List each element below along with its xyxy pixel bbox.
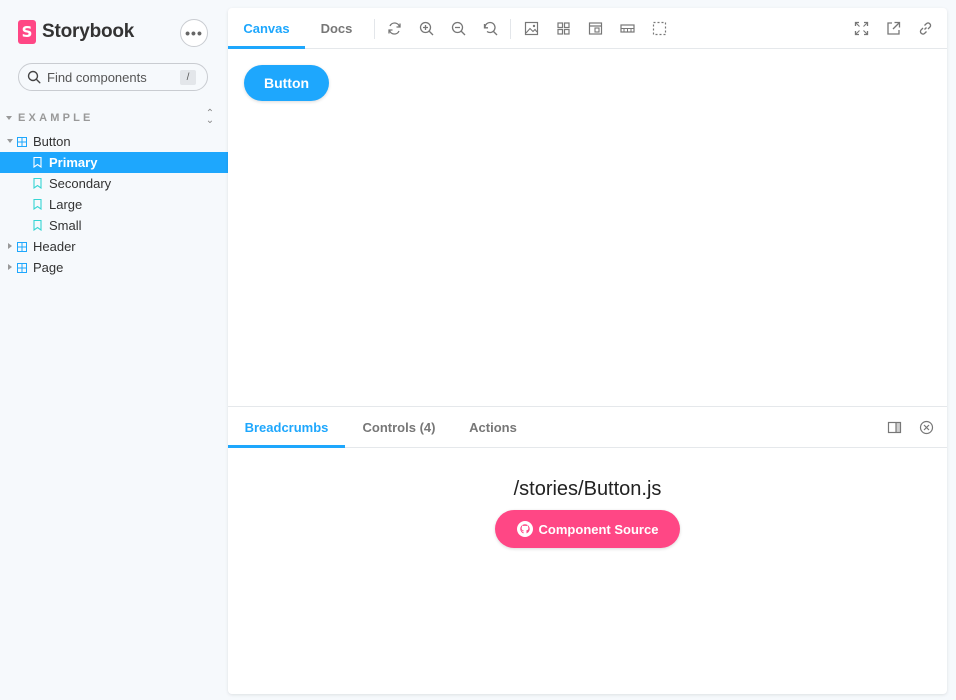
search-icon <box>27 70 41 84</box>
component-icon <box>17 263 27 273</box>
sidebar-item-label: Small <box>49 218 82 233</box>
bookmark-icon <box>33 199 42 210</box>
measure-icon[interactable] <box>620 21 635 36</box>
story-canvas: Button <box>228 49 947 407</box>
bookmark-icon <box>33 220 42 231</box>
caret-right-icon <box>8 264 12 270</box>
brand-name: Storybook <box>42 21 135 42</box>
viewport-icon[interactable] <box>588 21 603 36</box>
sidebar-item-large[interactable]: Large <box>0 194 228 215</box>
component-source-button[interactable]: Component Source <box>495 510 680 548</box>
outline-icon[interactable] <box>652 21 667 36</box>
logo-letter: S <box>21 23 33 41</box>
zoom-reset-icon[interactable] <box>483 21 498 36</box>
component-path: /stories/Button.js <box>513 478 662 500</box>
sidebar-item-label: Secondary <box>49 176 112 191</box>
addons-toolbar: Breadcrumbs Controls (4) Actions <box>228 407 947 448</box>
grid-icon[interactable] <box>556 21 571 36</box>
caret-right-icon <box>8 243 12 249</box>
preview-panel: Canvas Docs Button Breadcrumbs Controls … <box>228 8 947 694</box>
breadcrumbs-content: /stories/Button.js Component Source <box>228 448 947 694</box>
sidebar-item-secondary[interactable]: Secondary <box>0 173 228 194</box>
zoom-in-icon[interactable] <box>419 21 434 36</box>
sidebar-item-label: Header <box>33 239 76 254</box>
expand-all-icon[interactable]: ⌃ ⌄ <box>204 109 216 126</box>
tab-docs[interactable]: Docs <box>308 8 365 49</box>
sidebar-section-example[interactable]: EXAMPLE ⌃ ⌄ <box>6 109 216 126</box>
background-icon[interactable] <box>524 21 539 36</box>
bookmark-icon <box>33 157 42 168</box>
sidebar-item-header[interactable]: Header <box>0 236 228 257</box>
primary-story-button[interactable]: Button <box>244 65 329 101</box>
sidebar-item-label: Page <box>33 260 64 275</box>
component-source-label: Component Source <box>538 521 659 537</box>
search-box[interactable]: / <box>18 63 208 91</box>
sidebar-item-small[interactable]: Small <box>0 215 228 236</box>
tab-actions[interactable]: Actions <box>455 407 531 448</box>
caret-down-icon <box>6 116 12 120</box>
fullscreen-icon[interactable] <box>854 21 869 36</box>
component-icon <box>17 137 27 147</box>
tab-breadcrumbs[interactable]: Breadcrumbs <box>228 407 345 448</box>
panel-orientation-icon[interactable] <box>887 420 902 435</box>
sidebar-item-button[interactable]: Button <box>0 131 228 152</box>
sidebar-item-label: Primary <box>49 155 98 170</box>
sidebar: S Storybook ••• / EXAMPLE ⌃⌄ Button Prim… <box>0 0 228 700</box>
sidebar-tree: Button Primary Secondary Large Small Hea… <box>0 131 228 278</box>
ellipsis-icon: ••• <box>185 25 203 41</box>
open-new-tab-icon[interactable] <box>886 21 901 36</box>
reload-icon[interactable] <box>387 21 402 36</box>
zoom-out-icon[interactable] <box>451 21 466 36</box>
search-input[interactable] <box>47 69 167 85</box>
caret-down-icon <box>7 139 13 143</box>
brand[interactable]: S Storybook <box>18 20 134 44</box>
toolbar-divider <box>374 19 375 39</box>
github-icon <box>516 521 533 537</box>
tab-controls[interactable]: Controls (4) <box>349 407 449 448</box>
toolbar-divider <box>510 19 511 39</box>
settings-menu-button[interactable]: ••• <box>180 19 208 47</box>
section-label: EXAMPLE <box>18 112 94 124</box>
search-shortcut-key: / <box>180 70 196 85</box>
close-panel-icon[interactable] <box>919 420 934 435</box>
component-icon <box>17 242 27 252</box>
sidebar-item-primary[interactable]: Primary <box>0 152 228 173</box>
bookmark-icon <box>33 178 42 189</box>
tab-canvas[interactable]: Canvas <box>228 8 305 49</box>
storybook-logo-icon: S <box>18 20 36 44</box>
sidebar-item-label: Large <box>49 197 83 212</box>
copy-link-icon[interactable] <box>918 21 933 36</box>
sidebar-item-page[interactable]: Page <box>0 257 228 278</box>
sidebar-item-label: Button <box>33 134 71 149</box>
preview-toolbar: Canvas Docs <box>228 8 947 49</box>
addons-panel: Breadcrumbs Controls (4) Actions /storie… <box>228 406 947 694</box>
